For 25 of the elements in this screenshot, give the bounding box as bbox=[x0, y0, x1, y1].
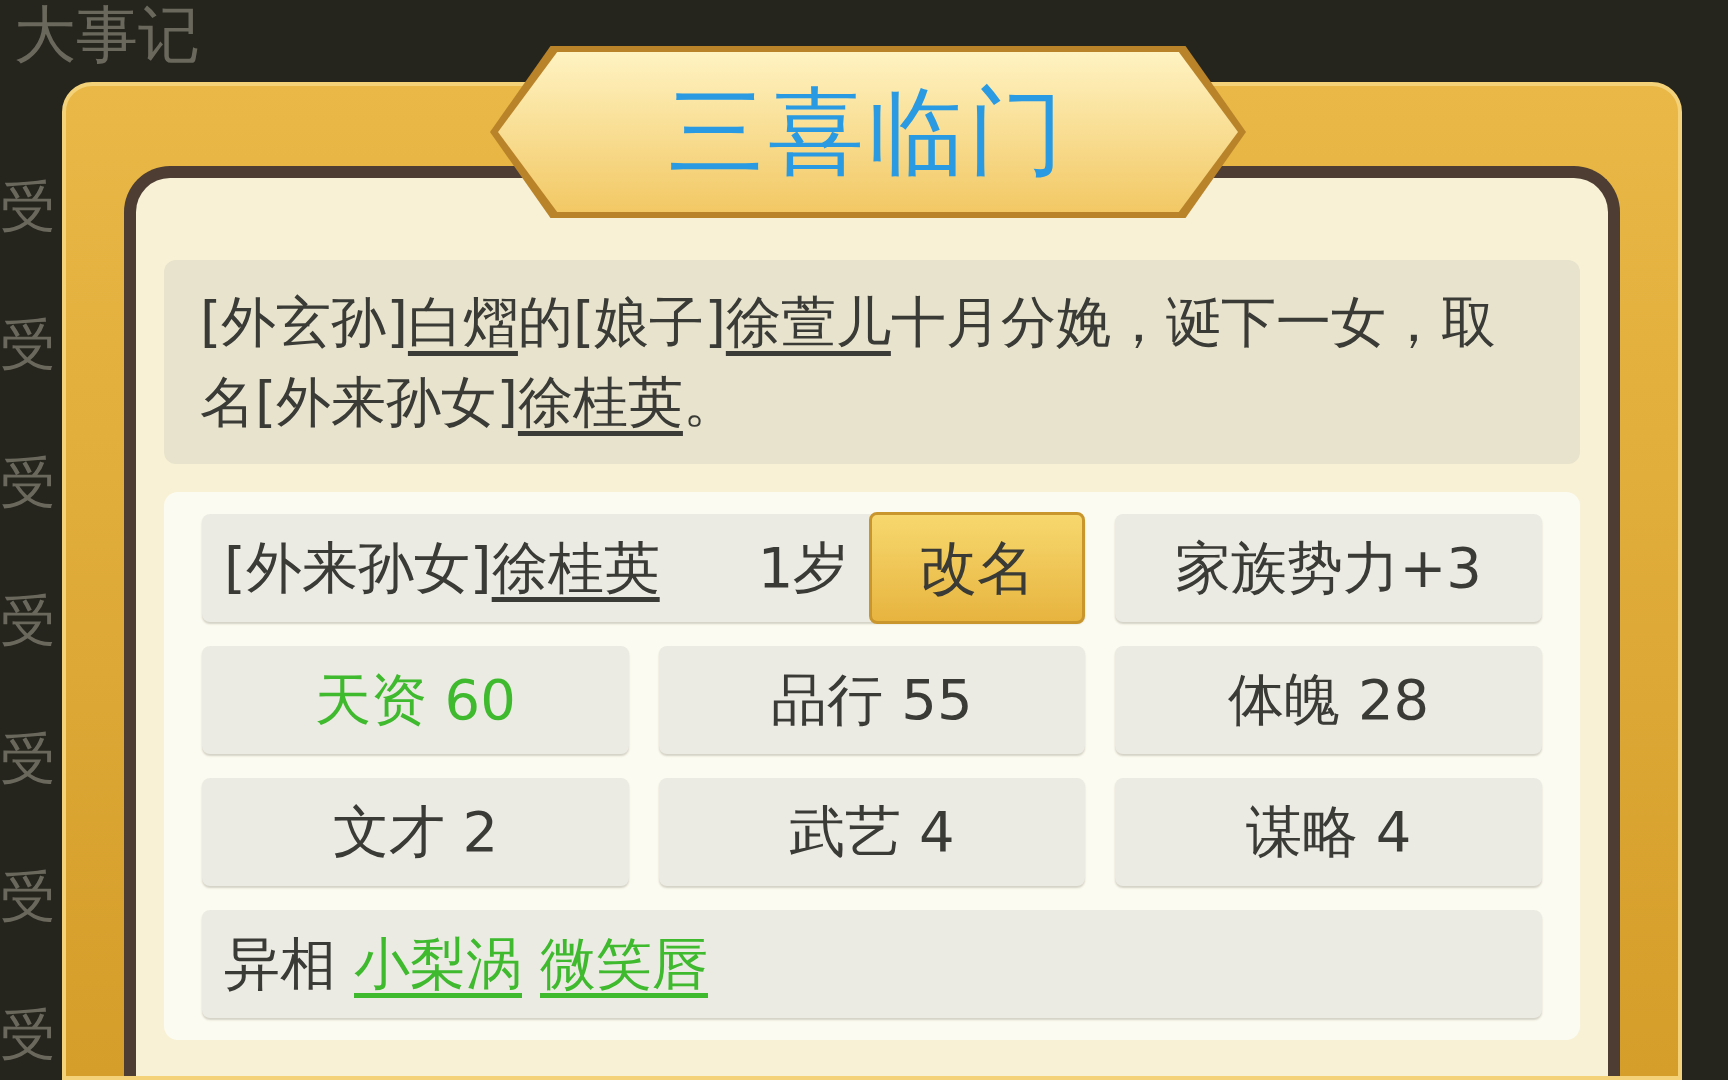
stat-label: 品行 55 bbox=[658, 646, 1086, 754]
list-label: 受 bbox=[0, 316, 56, 374]
traits-label: 异相 bbox=[224, 930, 336, 998]
rename-button[interactable]: 改名 bbox=[869, 512, 1086, 624]
page-title: 大事记 bbox=[14, 4, 200, 66]
stat-label: 体魄 28 bbox=[1115, 646, 1542, 754]
age-label: 1岁 bbox=[757, 534, 850, 602]
person-title: [外来孙女] bbox=[224, 534, 492, 602]
list-label: 受 bbox=[0, 454, 56, 512]
name-link[interactable]: 徐桂英 bbox=[491, 526, 660, 610]
list-label: 受 bbox=[0, 592, 56, 650]
list-label: 受 bbox=[0, 178, 56, 236]
stat-label: 天资 60 bbox=[202, 646, 629, 754]
list-label: 受 bbox=[0, 1006, 56, 1064]
list-label: 受 bbox=[0, 730, 56, 788]
dialog-title: 三喜临门 bbox=[668, 84, 1068, 180]
stat-label: 文才 2 bbox=[202, 778, 629, 886]
list-label: 受 bbox=[0, 868, 56, 926]
bonus-label: 家族势力+3 bbox=[1115, 514, 1542, 622]
event-message: [外玄孙]白熠的[娘子]徐萱儿十月分娩，诞下一女，取名[外来孙女]徐桂英。 bbox=[164, 260, 1580, 464]
name-link[interactable]: 白熠 bbox=[407, 290, 518, 354]
stat-label: 谋略 4 bbox=[1115, 778, 1542, 886]
name-link[interactable]: 徐桂英 bbox=[517, 370, 683, 434]
name-link[interactable]: 徐萱儿 bbox=[725, 290, 891, 354]
stat-label: 武艺 4 bbox=[658, 778, 1086, 886]
